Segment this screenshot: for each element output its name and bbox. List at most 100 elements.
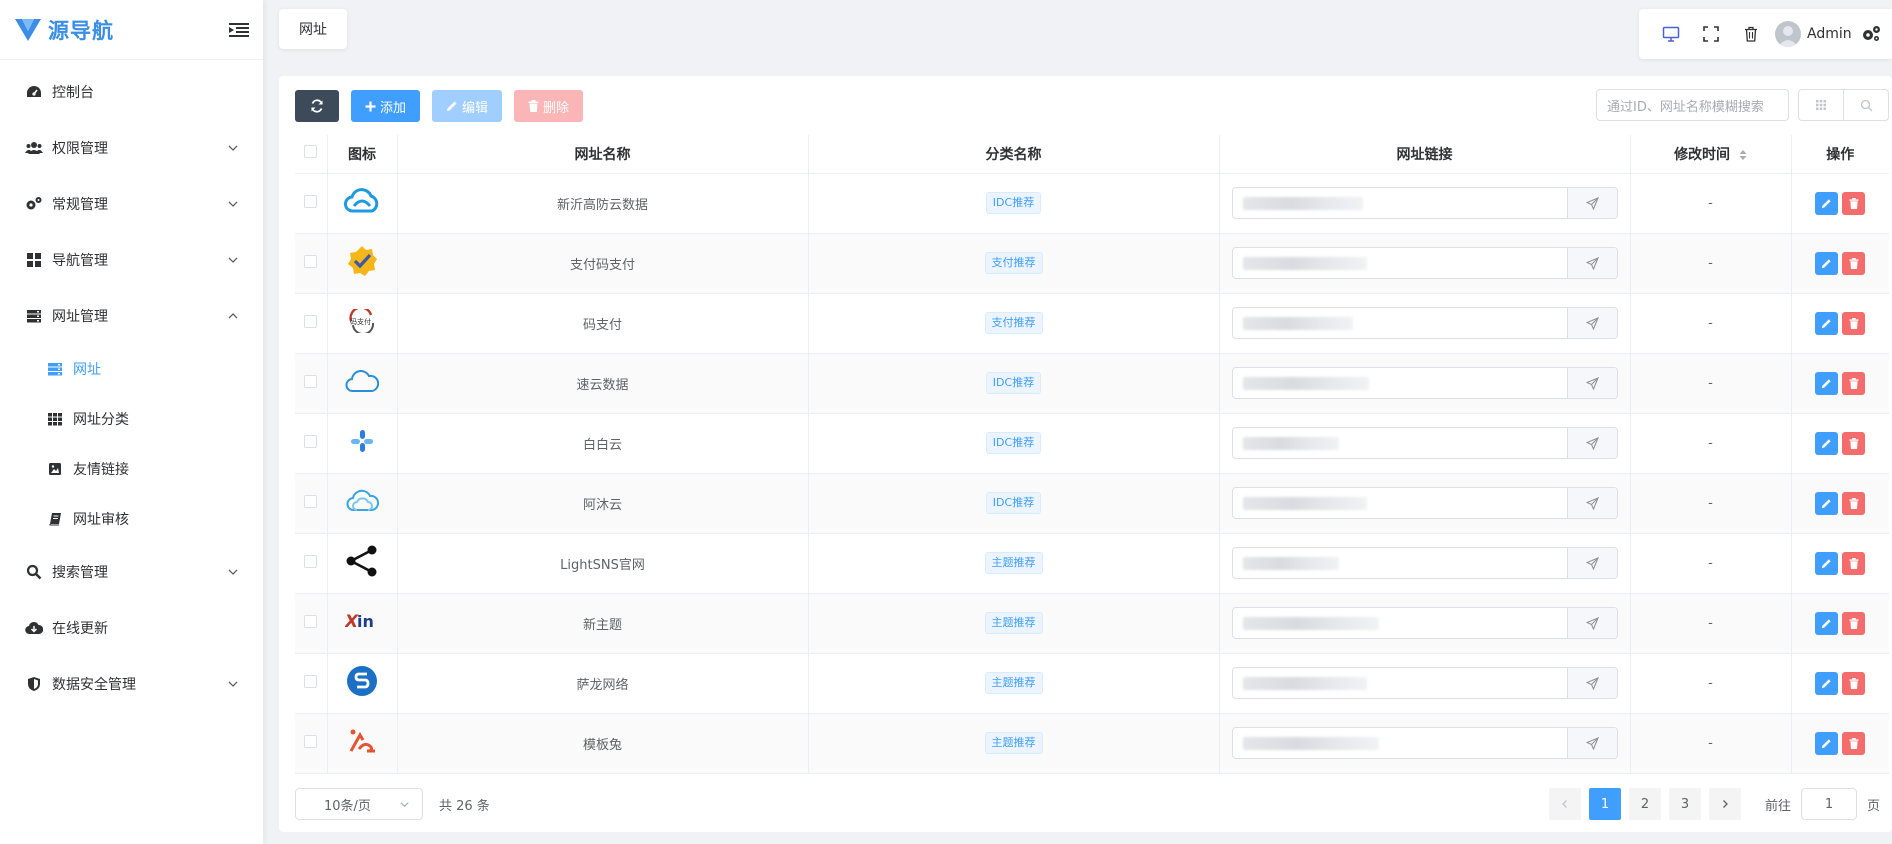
row-delete-button[interactable] bbox=[1842, 551, 1866, 575]
open-url-button[interactable] bbox=[1566, 188, 1617, 218]
sidebar-item-url-categories[interactable]: 网址分类 bbox=[0, 394, 263, 444]
row-delete-button[interactable] bbox=[1842, 671, 1866, 695]
row-delete-button[interactable] bbox=[1842, 311, 1866, 335]
row-checkbox[interactable] bbox=[304, 674, 318, 688]
page-size-select[interactable]: 10条/页 bbox=[295, 788, 423, 820]
tab-urls[interactable]: 网址 bbox=[279, 9, 347, 49]
row-checkbox[interactable] bbox=[304, 554, 318, 568]
row-edit-button[interactable] bbox=[1815, 611, 1839, 635]
url-field[interactable] bbox=[1231, 547, 1618, 579]
row-edit-button[interactable] bbox=[1815, 671, 1839, 695]
grid-view-button[interactable] bbox=[1799, 90, 1844, 120]
col-ops: 操作 bbox=[1791, 135, 1889, 174]
name-cell: 白白云 bbox=[397, 413, 809, 474]
refresh-button[interactable] bbox=[295, 90, 339, 122]
row-edit-button[interactable] bbox=[1815, 431, 1839, 455]
sidebar-item-url-management[interactable]: 网址管理 bbox=[0, 288, 263, 344]
url-field[interactable] bbox=[1231, 307, 1618, 339]
grid-icon bbox=[24, 250, 44, 270]
url-field[interactable] bbox=[1231, 667, 1618, 699]
open-url-button[interactable] bbox=[1566, 728, 1617, 758]
url-field[interactable] bbox=[1231, 487, 1618, 519]
open-url-button[interactable] bbox=[1566, 428, 1617, 458]
url-field[interactable] bbox=[1231, 367, 1618, 399]
cloud-double-logo-icon bbox=[345, 488, 380, 518]
row-delete-button[interactable] bbox=[1842, 491, 1866, 515]
row-edit-button[interactable] bbox=[1815, 191, 1839, 215]
sidebar-item-search[interactable]: 搜索管理 bbox=[0, 544, 263, 600]
desktop-view-button[interactable] bbox=[1651, 19, 1691, 49]
col-mtime[interactable]: 修改时间 bbox=[1630, 135, 1792, 174]
row-edit-button[interactable] bbox=[1815, 491, 1839, 515]
ops-cell bbox=[1791, 233, 1889, 294]
open-url-button[interactable] bbox=[1566, 488, 1617, 518]
open-url-button[interactable] bbox=[1566, 668, 1617, 698]
open-url-button[interactable] bbox=[1566, 308, 1617, 338]
goto-page-input[interactable]: 1 bbox=[1801, 788, 1858, 820]
open-url-button[interactable] bbox=[1566, 548, 1617, 578]
row-checkbox[interactable] bbox=[304, 194, 318, 208]
row-delete-button[interactable] bbox=[1842, 431, 1866, 455]
row-delete-button[interactable] bbox=[1842, 191, 1866, 215]
send-icon bbox=[1585, 676, 1599, 690]
url-field[interactable] bbox=[1231, 247, 1618, 279]
url-field[interactable] bbox=[1231, 727, 1618, 759]
delete-button[interactable]: 删除 bbox=[514, 90, 584, 122]
row-edit-button[interactable] bbox=[1815, 311, 1839, 335]
url-field[interactable] bbox=[1231, 187, 1618, 219]
row-delete-button[interactable] bbox=[1842, 371, 1866, 395]
open-url-button[interactable] bbox=[1566, 368, 1617, 398]
add-button[interactable]: 添加 bbox=[351, 90, 421, 122]
open-url-button[interactable] bbox=[1566, 248, 1617, 278]
clear-cache-button[interactable] bbox=[1731, 19, 1771, 49]
url-field[interactable] bbox=[1231, 427, 1618, 459]
send-icon bbox=[1585, 736, 1599, 750]
row-checkbox[interactable] bbox=[304, 494, 318, 508]
header-tools: Admin bbox=[1639, 9, 1892, 59]
sidebar-item-url-review[interactable]: 网址审核 bbox=[0, 494, 263, 544]
row-edit-button[interactable] bbox=[1815, 551, 1839, 575]
url-table: 图标 网址名称 分类名称 网址链接 修改时间 操作 新沂高防云数据 IDC推荐 - 支… bbox=[295, 135, 1889, 774]
goto-suffix: 页 bbox=[1867, 798, 1881, 814]
row-delete-button[interactable] bbox=[1842, 251, 1866, 275]
search-input[interactable]: 通过ID、网址名称模糊搜索 bbox=[1596, 89, 1789, 121]
user-menu[interactable]: Admin bbox=[1775, 21, 1852, 47]
sidebar-item-online-update[interactable]: 在线更新 bbox=[0, 600, 263, 656]
row-edit-button[interactable] bbox=[1815, 371, 1839, 395]
open-url-button[interactable] bbox=[1566, 608, 1617, 638]
sidebar-item-friend-links[interactable]: 友情链接 bbox=[0, 444, 263, 494]
row-checkbox[interactable] bbox=[304, 314, 318, 328]
page-1-button[interactable]: 1 bbox=[1589, 788, 1621, 820]
sidebar-item-general[interactable]: 常规管理 bbox=[0, 176, 263, 232]
category-cell: IDC推荐 bbox=[808, 413, 1220, 474]
row-checkbox[interactable] bbox=[304, 434, 318, 448]
row-checkbox[interactable] bbox=[304, 254, 318, 268]
page-2-button[interactable]: 2 bbox=[1629, 788, 1661, 820]
sidebar-item-permissions[interactable]: 权限管理 bbox=[0, 120, 263, 176]
url-field[interactable] bbox=[1231, 607, 1618, 639]
redacted-url bbox=[1242, 377, 1369, 390]
collapse-menu-icon[interactable] bbox=[229, 22, 249, 38]
row-delete-button[interactable] bbox=[1842, 611, 1866, 635]
sidebar-item-navigation[interactable]: 导航管理 bbox=[0, 232, 263, 288]
row-checkbox[interactable] bbox=[304, 734, 318, 748]
prev-page-button[interactable] bbox=[1549, 788, 1581, 820]
fullscreen-button[interactable] bbox=[1691, 19, 1731, 49]
send-icon bbox=[1585, 556, 1599, 570]
row-edit-button[interactable] bbox=[1815, 731, 1839, 755]
sidebar-item-dashboard[interactable]: 控制台 bbox=[0, 64, 263, 120]
row-checkbox[interactable] bbox=[304, 374, 318, 388]
search-toggle-button[interactable] bbox=[1844, 90, 1888, 120]
ops-cell bbox=[1791, 473, 1889, 534]
row-delete-button[interactable] bbox=[1842, 731, 1866, 755]
page-3-button[interactable]: 3 bbox=[1669, 788, 1701, 820]
row-edit-button[interactable] bbox=[1815, 251, 1839, 275]
redacted-url bbox=[1242, 317, 1353, 330]
row-checkbox[interactable] bbox=[304, 614, 318, 628]
next-page-button[interactable] bbox=[1709, 788, 1741, 820]
edit-button[interactable]: 编辑 bbox=[432, 90, 503, 122]
sidebar-item-urls[interactable]: 网址 bbox=[0, 344, 263, 394]
select-all-checkbox[interactable] bbox=[304, 145, 318, 159]
sidebar-item-data-security[interactable]: 数据安全管理 bbox=[0, 656, 263, 712]
settings-button[interactable] bbox=[1852, 19, 1890, 49]
